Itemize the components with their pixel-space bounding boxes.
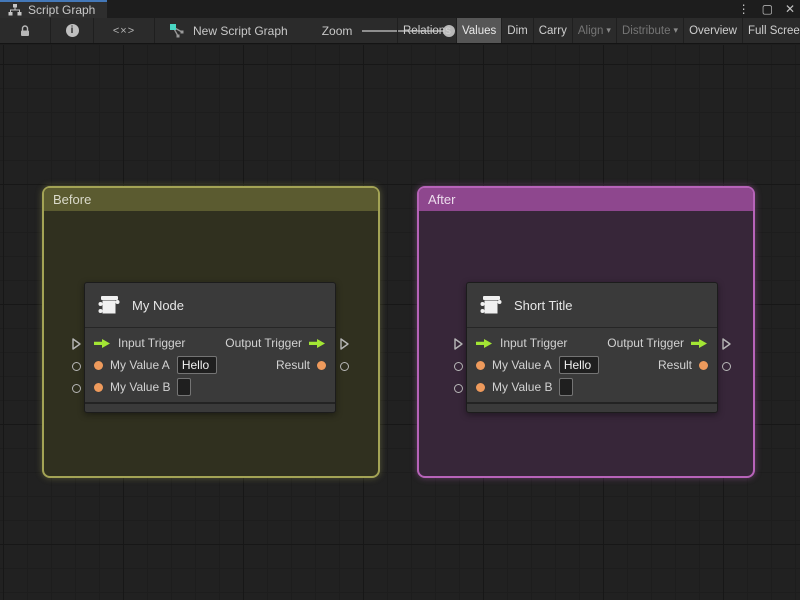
- node-title: My Node: [132, 297, 185, 313]
- group-before-header[interactable]: Before: [44, 188, 378, 211]
- node-row-value-b: My Value B: [85, 376, 335, 398]
- value-b-input[interactable]: [177, 378, 192, 396]
- group-label: After: [428, 192, 456, 207]
- node-row-triggers: Input Trigger Output Trigger: [85, 332, 335, 354]
- node-row-value-a: My Value A Result: [467, 354, 717, 376]
- value-output-port[interactable]: [718, 355, 734, 377]
- port-label: Result: [275, 358, 310, 372]
- window-menu-icon[interactable]: ⋮: [738, 2, 750, 16]
- toolbar-right-group: Relations Values Dim Carry Align ▾ Distr…: [397, 18, 800, 43]
- value-port-circle-icon: [453, 361, 463, 371]
- graph-canvas[interactable]: Before After My Node Input Trigger Outpu…: [0, 45, 800, 600]
- node-body: Input Trigger Output Trigger My Value A …: [85, 328, 335, 402]
- node-row-value-b: My Value B: [467, 376, 717, 398]
- node-header[interactable]: Short Title: [467, 283, 717, 328]
- port-label: My Value B: [110, 380, 171, 394]
- flow-port-triangle-icon: [721, 338, 731, 350]
- node-row-value-a: My Value A Result: [85, 354, 335, 376]
- flow-arrow-icon: [476, 338, 493, 349]
- node-footer: [467, 402, 717, 412]
- node-header[interactable]: My Node: [85, 283, 335, 328]
- value-a-input[interactable]: [558, 356, 599, 374]
- flow-arrow-icon: [691, 338, 708, 349]
- value-port-circle-icon: [721, 361, 731, 371]
- chevron-down-icon: ▾: [673, 25, 679, 35]
- value-port-circle-icon: [339, 361, 349, 371]
- port-label: Input Trigger: [118, 336, 186, 350]
- window-controls: ⋮ ▢ ✕: [738, 0, 795, 18]
- node-footer: [85, 402, 335, 412]
- flow-arrow-icon: [309, 338, 326, 349]
- output-flow-port[interactable]: [718, 333, 734, 355]
- output-flow-port[interactable]: [336, 333, 352, 355]
- value-output-port[interactable]: [336, 355, 352, 377]
- overview-button[interactable]: Overview: [683, 18, 742, 43]
- port-label: My Value B: [492, 380, 553, 394]
- port-label: Input Trigger: [500, 336, 568, 350]
- port-label: Output Trigger: [225, 336, 302, 350]
- tab-script-graph[interactable]: Script Graph: [0, 0, 108, 18]
- node-my-node: My Node Input Trigger Output Trigger My …: [68, 282, 352, 418]
- code-preview-button[interactable]: <×>: [94, 18, 154, 43]
- unit-node-icon: [480, 296, 502, 314]
- value-input-port[interactable]: [450, 355, 466, 377]
- flow-port-triangle-icon: [71, 338, 81, 350]
- graph-asset-button[interactable]: [155, 18, 193, 43]
- input-flow-port[interactable]: [68, 333, 84, 355]
- port-label: Result: [657, 358, 692, 372]
- distribute-dropdown[interactable]: Distribute ▾: [615, 18, 683, 43]
- flow-port-triangle-icon: [339, 338, 349, 350]
- graph-asset-label[interactable]: New Script Graph: [193, 24, 288, 38]
- flow-arrow-icon: [94, 338, 111, 349]
- port-label: Output Trigger: [607, 336, 684, 350]
- value-input-port[interactable]: [68, 377, 84, 399]
- info-button[interactable]: i: [51, 18, 93, 43]
- value-input-port[interactable]: [450, 377, 466, 399]
- input-flow-port[interactable]: [450, 333, 466, 355]
- lock-icon: [21, 24, 29, 36]
- node[interactable]: Short Title Input Trigger Output Trigger: [466, 282, 718, 413]
- script-graph-icon: [170, 24, 184, 38]
- node[interactable]: My Node Input Trigger Output Trigger My …: [84, 282, 336, 413]
- tab-label: Script Graph: [28, 3, 96, 17]
- node-title: Short Title: [514, 297, 573, 313]
- value-dot-icon: [699, 360, 708, 370]
- value-dot-icon: [476, 382, 485, 392]
- info-icon: i: [65, 24, 79, 37]
- tab-bar: Script Graph ⋮ ▢ ✕: [0, 0, 800, 18]
- value-input-port[interactable]: [68, 355, 84, 377]
- group-label: Before: [53, 192, 92, 207]
- value-dot-icon: [94, 382, 103, 392]
- port-label: My Value A: [492, 358, 552, 372]
- value-dot-icon: [476, 360, 485, 370]
- node-short-title: Short Title Input Trigger Output Trigger: [450, 282, 734, 418]
- full-screen-button[interactable]: Full Screen: [742, 18, 800, 43]
- graph-toolbar: i <×> New Script Graph Zoom 1x Relations…: [0, 18, 800, 44]
- code-icon: <×>: [112, 24, 136, 37]
- value-dot-icon: [317, 360, 326, 370]
- graph-hierarchy-icon: [8, 4, 22, 16]
- group-after-header[interactable]: After: [419, 188, 753, 211]
- flow-port-triangle-icon: [453, 338, 463, 350]
- value-port-circle-icon: [71, 383, 81, 393]
- unit-node-icon: [98, 296, 120, 314]
- node-body: Input Trigger Output Trigger My Value A …: [467, 328, 717, 402]
- carry-button[interactable]: Carry: [532, 18, 572, 43]
- dim-button[interactable]: Dim: [501, 18, 532, 43]
- values-button[interactable]: Values: [455, 18, 502, 43]
- align-dropdown[interactable]: Align ▾: [571, 18, 616, 43]
- value-a-input[interactable]: [176, 356, 217, 374]
- chevron-down-icon: ▾: [606, 25, 611, 35]
- value-dot-icon: [94, 360, 103, 370]
- node-row-triggers: Input Trigger Output Trigger: [467, 332, 717, 354]
- relations-button[interactable]: Relations: [397, 18, 456, 43]
- maximize-icon[interactable]: ▢: [762, 2, 773, 16]
- value-port-circle-icon: [71, 361, 81, 371]
- value-b-input[interactable]: [559, 378, 574, 396]
- value-port-circle-icon: [453, 383, 463, 393]
- close-icon[interactable]: ✕: [785, 2, 795, 16]
- port-label: My Value A: [110, 358, 170, 372]
- lock-button[interactable]: [0, 18, 50, 43]
- zoom-label: Zoom: [321, 23, 353, 38]
